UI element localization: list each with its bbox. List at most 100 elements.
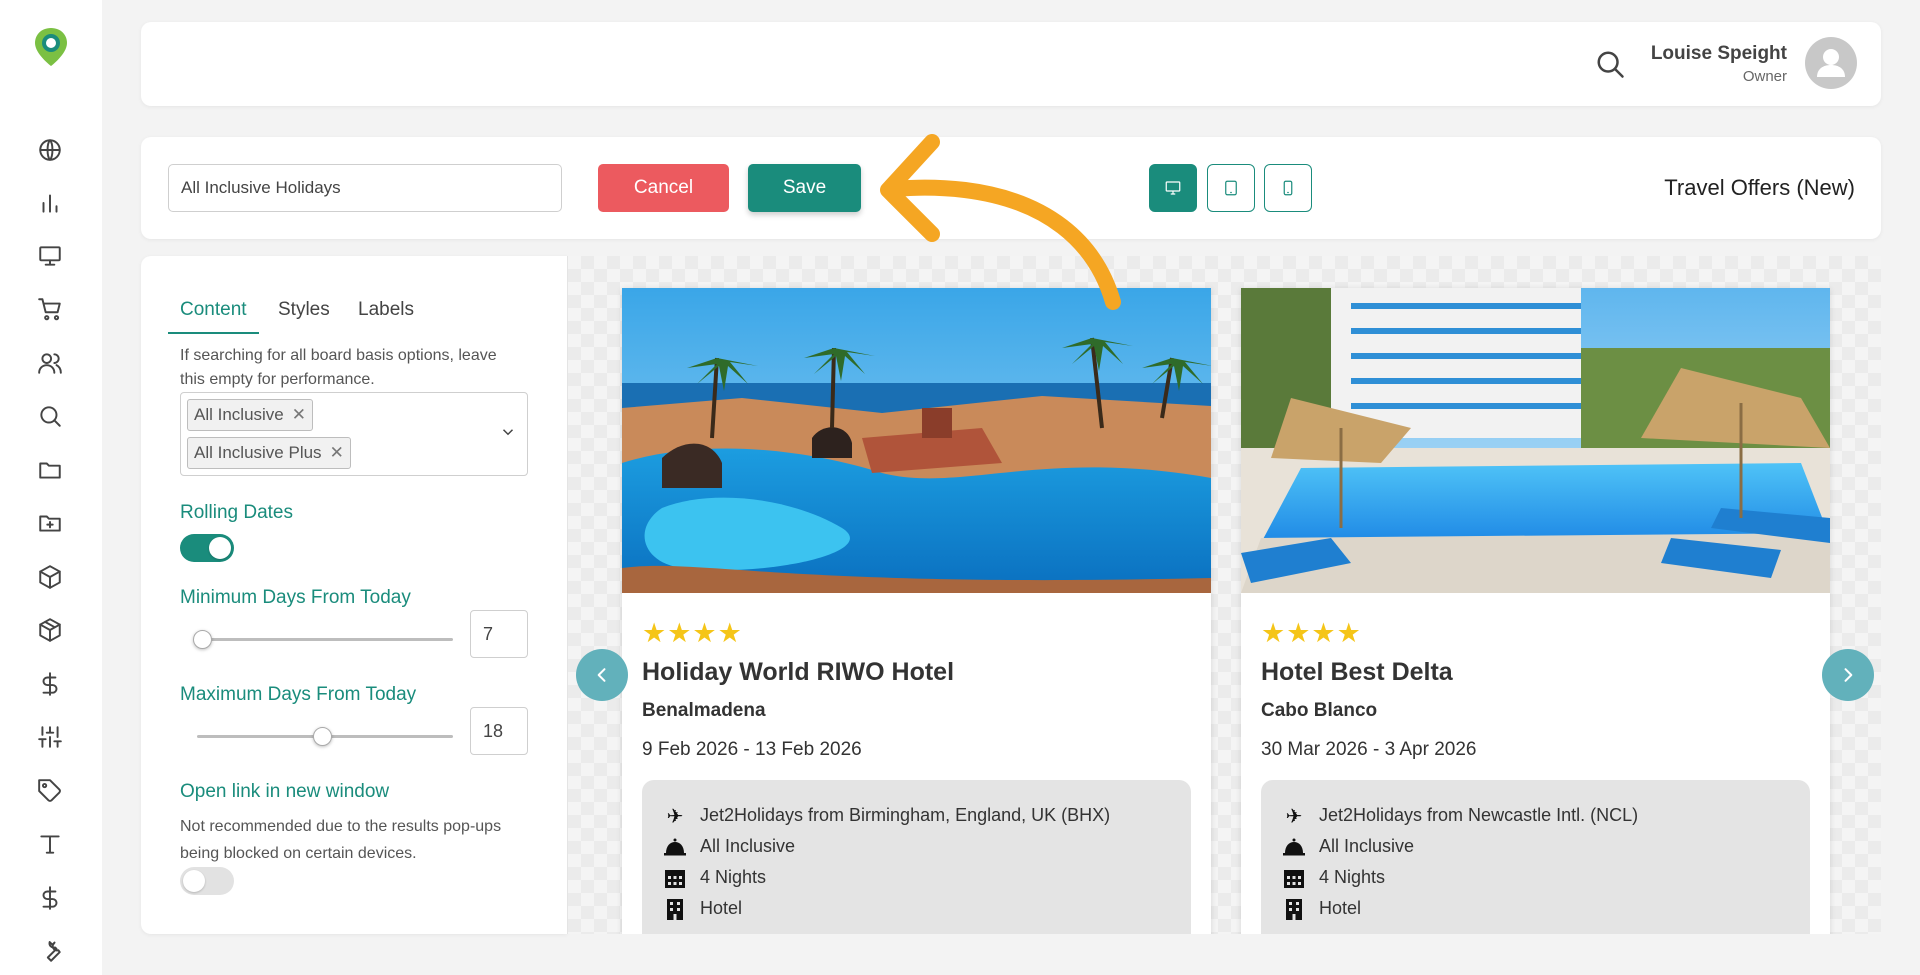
toggle-knob xyxy=(183,870,205,892)
widget-name-input[interactable] xyxy=(168,164,562,212)
sliders-icon[interactable] xyxy=(36,723,64,751)
star-rating: ★★★★ xyxy=(642,618,743,649)
monitor-icon[interactable] xyxy=(36,242,64,270)
tab-styles[interactable]: Styles xyxy=(278,294,330,334)
folder-plus-icon[interactable] xyxy=(36,509,64,537)
min-days-slider[interactable] xyxy=(193,629,453,649)
tablet-icon xyxy=(1225,180,1237,196)
page-type-title: Travel Offers (New) xyxy=(1664,175,1855,200)
star-rating: ★★★★ xyxy=(1261,618,1362,649)
new-window-toggle[interactable] xyxy=(180,867,234,895)
offer-card[interactable]: ★★★★ Holiday World RIWO Hotel Benalmaden… xyxy=(622,288,1211,934)
board-basis-hint: If searching for all board basis options… xyxy=(180,347,497,388)
user-icon xyxy=(1817,49,1845,77)
top-bar: Louise Speight Owner xyxy=(141,22,1881,106)
user-name: Louise Speight xyxy=(1650,43,1787,64)
building-icon xyxy=(662,898,688,920)
search-icon[interactable] xyxy=(1595,49,1625,79)
slider-handle[interactable] xyxy=(193,630,213,649)
building-icon xyxy=(1281,898,1307,920)
offer-details: ✈ Jet2Holidays from Newcastle Intl. (NCL)… xyxy=(1261,780,1810,934)
detail-text: Jet2Holidays from Newcastle Intl. (NCL) xyxy=(1319,805,1639,825)
cancel-button[interactable]: Cancel xyxy=(598,164,729,212)
board-basis-select[interactable]: All Inclusive ✕ All Inclusive Plus ✕ xyxy=(180,392,528,476)
desktop-icon xyxy=(1165,181,1181,195)
board-tag-chip: All Inclusive ✕ xyxy=(187,399,314,431)
slider-handle[interactable] xyxy=(313,727,333,746)
tablet-view-button[interactable] xyxy=(1207,164,1255,212)
detail-row: 4 Nights xyxy=(662,862,1171,893)
tab-labels[interactable]: Labels xyxy=(358,294,414,334)
hotel-photo xyxy=(1241,288,1830,593)
board-tag-label: All Inclusive Plus xyxy=(194,443,322,462)
remove-tag-icon[interactable]: ✕ xyxy=(292,405,306,424)
cart-icon[interactable] xyxy=(36,295,64,323)
cloche-icon xyxy=(662,836,688,858)
chevron-down-icon[interactable] xyxy=(499,423,517,441)
globe-icon[interactable] xyxy=(36,136,64,164)
desktop-view-button[interactable] xyxy=(1149,164,1197,212)
type-icon[interactable] xyxy=(36,830,64,858)
carousel-prev-button[interactable] xyxy=(576,649,628,701)
travel-dates: 30 Mar 2026 - 3 Apr 2026 xyxy=(1261,739,1477,760)
hotel-location: Cabo Blanco xyxy=(1261,700,1378,721)
toggle-knob xyxy=(209,537,231,559)
hotel-photo xyxy=(622,288,1211,593)
tag-icon[interactable] xyxy=(36,777,64,805)
rolling-dates-toggle[interactable] xyxy=(180,534,234,562)
offer-preview: ★★★★ Holiday World RIWO Hotel Benalmaden… xyxy=(567,256,1881,934)
plane-icon: ✈ xyxy=(666,803,684,828)
rolling-dates-label: Rolling Dates xyxy=(180,502,293,523)
detail-row: ✈ Jet2Holidays from Newcastle Intl. (NCL) xyxy=(1281,800,1790,831)
folder-icon[interactable] xyxy=(36,456,64,484)
carousel-next-button[interactable] xyxy=(1822,649,1874,701)
detail-text: Jet2Holidays from Birmingham, England, U… xyxy=(700,805,1111,825)
calendar-icon xyxy=(1281,867,1307,889)
offer-card[interactable]: ★★★★ Hotel Best Delta Cabo Blanco 30 Mar… xyxy=(1241,288,1830,934)
board-tag-label: All Inclusive xyxy=(194,405,284,424)
user-role: Owner xyxy=(1742,68,1787,85)
hotel-location: Benalmadena xyxy=(642,700,766,721)
detail-text: 4 Nights xyxy=(1319,867,1386,887)
logo-icon[interactable] xyxy=(33,26,69,68)
search-icon[interactable] xyxy=(36,402,64,430)
wrench-icon[interactable] xyxy=(36,937,64,965)
detail-text: 4 Nights xyxy=(700,867,767,887)
new-window-label: Open link in new window xyxy=(180,781,390,802)
detail-text: Hotel xyxy=(700,898,743,918)
travel-dates: 9 Feb 2026 - 13 Feb 2026 xyxy=(642,739,862,760)
chevron-left-icon xyxy=(597,668,606,682)
chevron-right-icon xyxy=(1844,668,1853,682)
dollar-icon[interactable] xyxy=(36,670,64,698)
mobile-view-button[interactable] xyxy=(1264,164,1312,212)
package-icon[interactable] xyxy=(36,616,64,644)
detail-row: ✈ Jet2Holidays from Birmingham, England, … xyxy=(662,800,1171,831)
plane-icon: ✈ xyxy=(1285,803,1303,828)
max-days-slider[interactable] xyxy=(197,726,453,746)
users-icon[interactable] xyxy=(36,349,64,377)
editor-toolbar: Cancel Save Travel Offers (New) xyxy=(141,137,1881,239)
new-window-hint: Not recommended due to the results pop-u… xyxy=(180,818,502,862)
bar-chart-icon[interactable] xyxy=(36,189,64,217)
detail-row: 4 Nights xyxy=(1281,862,1790,893)
settings-panel: Content Styles Labels If searching for a… xyxy=(141,256,567,934)
detail-row: All Inclusive xyxy=(662,831,1171,862)
save-button[interactable]: Save xyxy=(748,164,861,212)
tab-content[interactable]: Content xyxy=(168,294,259,334)
min-days-input[interactable] xyxy=(470,610,528,658)
panel-tabs: Content Styles Labels xyxy=(168,294,567,334)
max-days-input[interactable] xyxy=(470,707,528,755)
box-icon[interactable] xyxy=(36,563,64,591)
detail-text: All Inclusive xyxy=(700,836,796,856)
avatar[interactable] xyxy=(1805,37,1857,89)
hotel-name: Hotel Best Delta xyxy=(1261,658,1453,686)
detail-text: Hotel xyxy=(1319,898,1362,918)
detail-text: All Inclusive xyxy=(1319,836,1415,856)
detail-row: All Inclusive xyxy=(1281,831,1790,862)
dollar-icon[interactable] xyxy=(36,884,64,912)
mobile-icon xyxy=(1283,180,1293,196)
remove-tag-icon[interactable]: ✕ xyxy=(330,443,344,462)
calendar-icon xyxy=(662,867,688,889)
offer-details: ✈ Jet2Holidays from Birmingham, England, … xyxy=(642,780,1191,934)
hotel-name: Holiday World RIWO Hotel xyxy=(642,658,955,686)
